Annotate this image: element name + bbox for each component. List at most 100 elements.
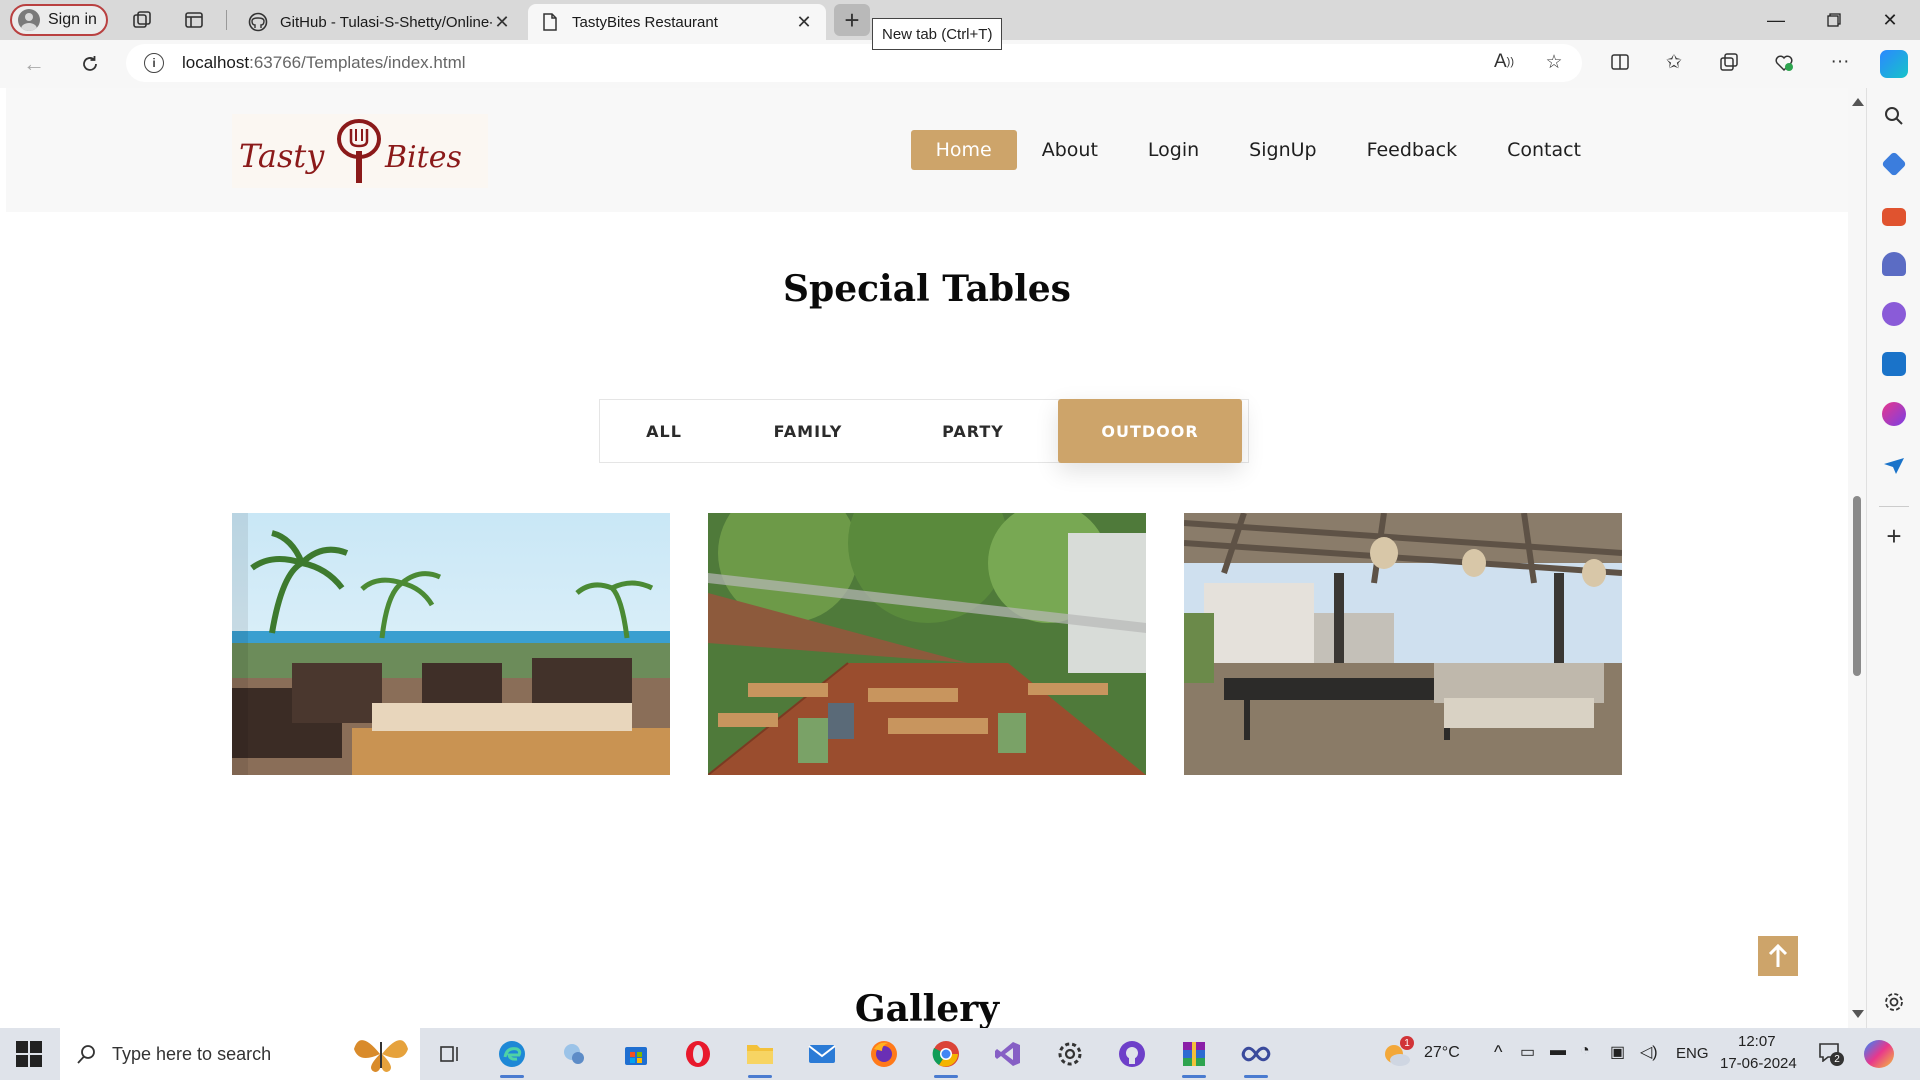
workspaces-icon[interactable]: [130, 8, 154, 32]
site-info-icon[interactable]: i: [144, 53, 164, 73]
vertical-tabs-icon[interactable]: [182, 8, 206, 32]
filter-party[interactable]: PARTY: [888, 399, 1058, 463]
meet-now-icon[interactable]: ▭: [1520, 1042, 1535, 1062]
wifi-icon[interactable]: ◔: [1580, 1042, 1590, 1060]
sidebar-divider: [1879, 506, 1909, 507]
more-menu-icon[interactable]: ···: [1826, 48, 1854, 76]
tab-tastybites[interactable]: TastyBites Restaurant ✕: [528, 4, 826, 40]
favorite-star-icon[interactable]: ☆: [1540, 48, 1568, 76]
gallery-title: Gallery: [854, 988, 1000, 1028]
scroll-up-icon[interactable]: [1852, 98, 1864, 106]
scroll-down-icon[interactable]: [1852, 1010, 1864, 1018]
refresh-button[interactable]: [76, 50, 104, 78]
firefox-icon[interactable]: [866, 1036, 902, 1072]
new-tab-tooltip: New tab (Ctrl+T): [872, 18, 1003, 50]
windows-taskbar: Type here to search 1 27°C ^ ▭ ▬ ◔ ▣ ◁) …: [0, 1028, 1920, 1080]
browser-tabstrip: Sign in GitHub - Tulasi-S-Shetty/Online-…: [0, 0, 1920, 50]
github-desktop-icon[interactable]: [1114, 1036, 1150, 1072]
nav-home[interactable]: Home: [910, 130, 1017, 170]
opera-icon[interactable]: [680, 1036, 716, 1072]
notifications-icon[interactable]: 2: [1818, 1042, 1844, 1066]
logo-text-left: Tasty: [239, 137, 325, 175]
show-hidden-icons[interactable]: ^: [1494, 1042, 1502, 1063]
read-aloud-icon[interactable]: A)): [1490, 48, 1518, 76]
mail-icon[interactable]: [804, 1036, 840, 1072]
collections-icon[interactable]: [1715, 48, 1743, 76]
tab-github[interactable]: GitHub - Tulasi-S-Shetty/Online- ✕: [236, 4, 524, 40]
task-view-icon[interactable]: [432, 1036, 468, 1072]
site-header: Tasty Bites Home About Login SignUp Feed…: [6, 88, 1848, 212]
winrar-icon[interactable]: [1176, 1036, 1212, 1078]
nav-login[interactable]: Login: [1123, 130, 1224, 170]
weather-badge: 1: [1400, 1036, 1414, 1050]
microsoft365-icon[interactable]: [1882, 302, 1906, 326]
network-icon[interactable]: ▣: [1610, 1042, 1625, 1062]
weather-icon[interactable]: 1: [1382, 1036, 1414, 1068]
notification-count: 2: [1830, 1052, 1844, 1066]
close-window-button[interactable]: ✕: [1862, 0, 1918, 40]
clock-date[interactable]: 17-06-2024: [1720, 1055, 1797, 1072]
tastybites-logo[interactable]: Tasty Bites: [232, 114, 488, 188]
filter-all[interactable]: ALL: [600, 399, 728, 463]
copilot-taskbar-icon[interactable]: [1864, 1040, 1894, 1068]
filter-outdoor[interactable]: OUTDOOR: [1058, 399, 1242, 463]
chrome-icon[interactable]: [928, 1036, 964, 1078]
clock-time[interactable]: 12:07: [1738, 1033, 1776, 1050]
games-icon[interactable]: [1882, 252, 1906, 276]
microsoft-store-icon[interactable]: [618, 1036, 654, 1072]
snipping-tool-icon[interactable]: [556, 1036, 592, 1072]
edge-sidebar: +: [1866, 88, 1920, 1028]
special-tables-title: Special Tables: [783, 268, 1071, 310]
tab-title: TastyBites Restaurant: [572, 13, 718, 31]
search-icon: [76, 1043, 98, 1065]
back-to-top-button[interactable]: [1758, 936, 1798, 976]
url-host: localhost: [182, 53, 250, 72]
restore-button[interactable]: [1806, 0, 1862, 40]
tools-icon[interactable]: [1882, 208, 1906, 226]
tab-title: GitHub - Tulasi-S-Shetty/Online-: [280, 13, 492, 31]
outdoor-table-photo-beach[interactable]: [232, 513, 670, 775]
settings-icon[interactable]: [1052, 1036, 1088, 1072]
address-bar[interactable]: i localhost:63766/Templates/index.html: [126, 44, 1582, 82]
language-indicator[interactable]: ENG: [1676, 1045, 1709, 1062]
minimize-button[interactable]: —: [1748, 0, 1804, 40]
nav-feedback[interactable]: Feedback: [1342, 130, 1482, 170]
nav-about[interactable]: About: [1017, 130, 1123, 170]
battery-icon[interactable]: ▬: [1550, 1042, 1566, 1060]
nav-contact[interactable]: Contact: [1482, 130, 1606, 170]
volume-icon[interactable]: ◁): [1640, 1042, 1658, 1062]
back-button[interactable]: ←: [20, 50, 48, 78]
page-scrollbar[interactable]: [1848, 88, 1866, 1028]
profile-avatar-icon: [18, 9, 40, 31]
weather-temperature: 27°C: [1424, 1044, 1460, 1061]
shopping-tag-icon[interactable]: [1881, 151, 1907, 177]
logo-text-right: Bites: [384, 140, 462, 175]
search-placeholder: Type here to search: [112, 1043, 272, 1064]
visual-studio-icon[interactable]: [990, 1036, 1026, 1072]
copilot-icon[interactable]: [1880, 50, 1908, 78]
filter-family[interactable]: FAMILY: [728, 399, 888, 463]
close-tab-icon[interactable]: ✕: [492, 12, 512, 33]
favorites-icon[interactable]: ✩: [1660, 48, 1688, 76]
split-screen-icon[interactable]: [1606, 48, 1634, 76]
tab-divider: [226, 10, 227, 30]
windows-start-icon[interactable]: [10, 1038, 50, 1070]
send-icon[interactable]: [1882, 454, 1906, 478]
outdoor-table-photo-deck[interactable]: [708, 513, 1146, 775]
close-tab-icon[interactable]: ✕: [794, 12, 814, 33]
file-explorer-icon[interactable]: [742, 1036, 778, 1078]
browser-essentials-icon[interactable]: [1770, 48, 1798, 76]
scrollbar-thumb[interactable]: [1853, 496, 1861, 676]
taskbar-search-box[interactable]: Type here to search: [60, 1028, 420, 1080]
edge-browser-icon[interactable]: [494, 1036, 530, 1078]
new-tab-button[interactable]: +: [834, 4, 870, 36]
profile-signin-button[interactable]: Sign in: [10, 4, 108, 36]
add-sidebar-app-icon[interactable]: +: [1882, 523, 1906, 549]
infinity-app-icon[interactable]: [1238, 1036, 1274, 1078]
settings-gear-icon[interactable]: [1882, 990, 1906, 1014]
outlook-icon[interactable]: [1882, 352, 1906, 376]
search-icon[interactable]: [1882, 104, 1906, 128]
nav-signup[interactable]: SignUp: [1224, 130, 1341, 170]
designer-icon[interactable]: [1882, 402, 1906, 426]
outdoor-table-photo-rooftop[interactable]: [1184, 513, 1622, 775]
